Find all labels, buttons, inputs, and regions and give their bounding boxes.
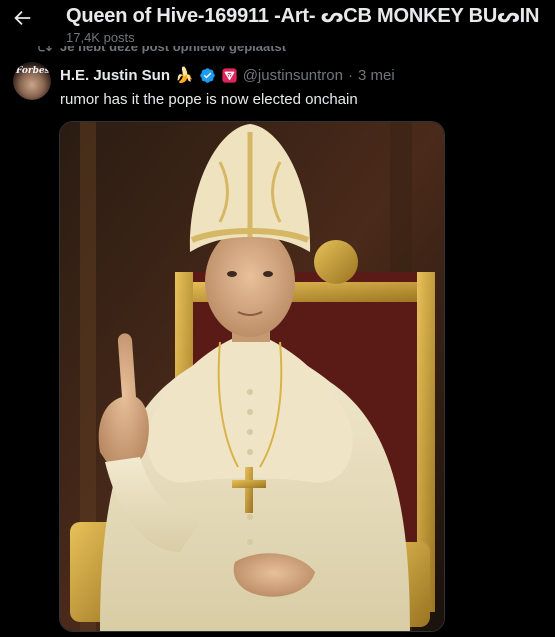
back-button[interactable] bbox=[8, 4, 36, 32]
repost-icon bbox=[38, 46, 52, 52]
author-name[interactable]: H.E. Justin Sun bbox=[60, 67, 170, 84]
separator-dot: · bbox=[347, 66, 353, 84]
affiliate-badge-icon[interactable] bbox=[221, 67, 238, 84]
author-avatar[interactable]: Forbes bbox=[13, 62, 51, 100]
post-count: 17,4K posts bbox=[66, 30, 135, 45]
post-timestamp[interactable]: 3 mei bbox=[358, 67, 395, 84]
author-handle[interactable]: @justinsuntron bbox=[243, 67, 343, 84]
avatar-masthead: Forbes bbox=[16, 66, 50, 76]
post-text: rumor has it the pope is now elected onc… bbox=[60, 91, 358, 108]
post-image[interactable] bbox=[59, 121, 445, 632]
back-arrow-icon bbox=[14, 10, 31, 26]
repost-indicator: Je hebt deze post opnieuw geplaatst bbox=[36, 46, 286, 60]
verified-badge-icon bbox=[199, 67, 216, 84]
profile-title: Queen of Hive-169911 -Art- ᔕCB MONKEY BU… bbox=[66, 5, 540, 27]
pope-portrait-image bbox=[60, 122, 444, 631]
repost-label: Je hebt deze post opnieuw geplaatst bbox=[60, 46, 287, 54]
post-author-row: H.E. Justin Sun 🍌 @justinsuntron · 3 mei bbox=[60, 66, 395, 85]
banana-emoji: 🍌 bbox=[175, 67, 194, 84]
top-bar: Queen of Hive-169911 -Art- ᔕCB MONKEY BU… bbox=[0, 0, 555, 46]
